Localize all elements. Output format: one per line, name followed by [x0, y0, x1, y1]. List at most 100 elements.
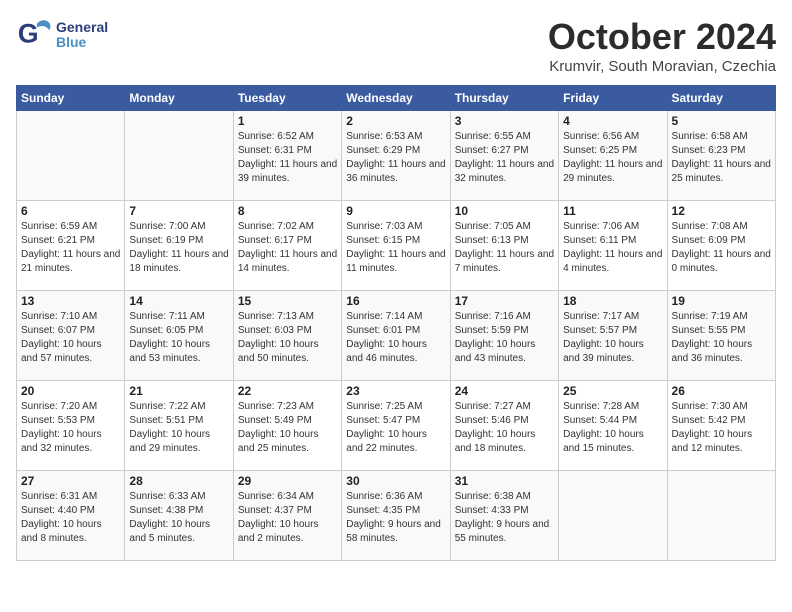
- calendar-cell: 9Sunrise: 7:03 AM Sunset: 6:15 PM Daylig…: [342, 201, 450, 291]
- day-info: Sunrise: 6:33 AM Sunset: 4:38 PM Dayligh…: [129, 490, 228, 546]
- day-number: 2: [346, 114, 445, 128]
- calendar-cell: [559, 471, 667, 561]
- location: Krumvir, South Moravian, Czechia: [548, 58, 776, 75]
- day-number: 20: [21, 384, 120, 398]
- day-number: 19: [672, 294, 771, 308]
- logo-general-text: General: [56, 20, 108, 35]
- calendar-cell: 5 Sunrise: 6:58 AM Sunset: 6:23 PM Daylig…: [667, 111, 775, 201]
- calendar-cell: 6 Sunrise: 6:59 AM Sunset: 6:21 PM Daylig…: [17, 201, 125, 291]
- day-info: Sunrise: 7:02 AM Sunset: 6:17 PM Dayligh…: [238, 220, 337, 276]
- day-info: Sunrise: 7:28 AM Sunset: 5:44 PM Dayligh…: [563, 400, 662, 456]
- day-number: 8: [238, 204, 337, 218]
- day-number: 13: [21, 294, 120, 308]
- day-info: Sunrise: 7:27 AM Sunset: 5:46 PM Dayligh…: [455, 400, 554, 456]
- logo-label: General Blue: [56, 20, 108, 51]
- column-header-wednesday: Wednesday: [342, 86, 450, 111]
- column-header-thursday: Thursday: [450, 86, 558, 111]
- day-number: 14: [129, 294, 228, 308]
- calendar-cell: 8 Sunrise: 7:02 AM Sunset: 6:17 PM Daylig…: [233, 201, 341, 291]
- day-number: 6: [21, 204, 120, 218]
- day-info: Sunrise: 6:56 AM Sunset: 6:25 PM Dayligh…: [563, 130, 662, 186]
- calendar-cell: 18 Sunrise: 7:17 AM Sunset: 5:57 PM Dayli…: [559, 291, 667, 381]
- day-number: 28: [129, 474, 228, 488]
- calendar-cell: 7 Sunrise: 7:00 AM Sunset: 6:19 PM Daylig…: [125, 201, 233, 291]
- day-number: 12: [672, 204, 771, 218]
- calendar-cell: 12 Sunrise: 7:08 AM Sunset: 6:09 PM Dayli…: [667, 201, 775, 291]
- day-number: 29: [238, 474, 337, 488]
- calendar-cell: 24Sunrise: 7:27 AM Sunset: 5:46 PM Dayli…: [450, 381, 558, 471]
- day-number: 17: [455, 294, 554, 308]
- calendar-week-row: 6 Sunrise: 6:59 AM Sunset: 6:21 PM Daylig…: [17, 201, 776, 291]
- day-info: Sunrise: 7:10 AM Sunset: 6:07 PM Dayligh…: [21, 310, 120, 366]
- day-number: 15: [238, 294, 337, 308]
- calendar-table: SundayMondayTuesdayWednesdayThursdayFrid…: [16, 85, 776, 561]
- title-block: October 2024 Krumvir, South Moravian, Cz…: [548, 16, 776, 75]
- calendar-header-row: SundayMondayTuesdayWednesdayThursdayFrid…: [17, 86, 776, 111]
- calendar-cell: 10 Sunrise: 7:05 AM Sunset: 6:13 PM Dayli…: [450, 201, 558, 291]
- day-info: Sunrise: 6:59 AM Sunset: 6:21 PM Dayligh…: [21, 220, 120, 276]
- calendar-cell: 17 Sunrise: 7:16 AM Sunset: 5:59 PM Dayli…: [450, 291, 558, 381]
- calendar-cell: [125, 111, 233, 201]
- column-header-sunday: Sunday: [17, 86, 125, 111]
- day-info: Sunrise: 7:16 AM Sunset: 5:59 PM Dayligh…: [455, 310, 554, 366]
- calendar-week-row: 13 Sunrise: 7:10 AM Sunset: 6:07 PM Dayli…: [17, 291, 776, 381]
- calendar-cell: [17, 111, 125, 201]
- page-header: G General Blue October 2024 Krumvir, Sou…: [16, 16, 776, 75]
- day-number: 22: [238, 384, 337, 398]
- calendar-cell: 16Sunrise: 7:14 AM Sunset: 6:01 PM Dayli…: [342, 291, 450, 381]
- day-number: 18: [563, 294, 662, 308]
- calendar-cell: 25 Sunrise: 7:28 AM Sunset: 5:44 PM Dayli…: [559, 381, 667, 471]
- day-info: Sunrise: 7:00 AM Sunset: 6:19 PM Dayligh…: [129, 220, 228, 276]
- day-number: 26: [672, 384, 771, 398]
- calendar-cell: 20 Sunrise: 7:20 AM Sunset: 5:53 PM Dayli…: [17, 381, 125, 471]
- day-info: Sunrise: 7:13 AM Sunset: 6:03 PM Dayligh…: [238, 310, 337, 366]
- day-info: Sunrise: 7:19 AM Sunset: 5:55 PM Dayligh…: [672, 310, 771, 366]
- calendar-cell: 4 Sunrise: 6:56 AM Sunset: 6:25 PM Daylig…: [559, 111, 667, 201]
- calendar-cell: 23Sunrise: 7:25 AM Sunset: 5:47 PM Dayli…: [342, 381, 450, 471]
- calendar-cell: [667, 471, 775, 561]
- column-header-friday: Friday: [559, 86, 667, 111]
- day-number: 25: [563, 384, 662, 398]
- calendar-cell: 27 Sunrise: 6:31 AM Sunset: 4:40 PM Dayli…: [17, 471, 125, 561]
- day-number: 3: [455, 114, 554, 128]
- day-info: Sunrise: 6:58 AM Sunset: 6:23 PM Dayligh…: [672, 130, 771, 186]
- day-number: 5: [672, 114, 771, 128]
- calendar-cell: 11Sunrise: 7:06 AM Sunset: 6:11 PM Dayli…: [559, 201, 667, 291]
- day-info: Sunrise: 7:11 AM Sunset: 6:05 PM Dayligh…: [129, 310, 228, 366]
- calendar-cell: 14 Sunrise: 7:11 AM Sunset: 6:05 PM Dayli…: [125, 291, 233, 381]
- day-info: Sunrise: 7:14 AM Sunset: 6:01 PM Dayligh…: [346, 310, 445, 366]
- day-info: Sunrise: 7:17 AM Sunset: 5:57 PM Dayligh…: [563, 310, 662, 366]
- column-header-saturday: Saturday: [667, 86, 775, 111]
- day-number: 4: [563, 114, 662, 128]
- day-info: Sunrise: 7:05 AM Sunset: 6:13 PM Dayligh…: [455, 220, 554, 276]
- day-info: Sunrise: 6:31 AM Sunset: 4:40 PM Dayligh…: [21, 490, 120, 546]
- calendar-week-row: 1 Sunrise: 6:52 AM Sunset: 6:31 PM Daylig…: [17, 111, 776, 201]
- calendar-cell: 13 Sunrise: 7:10 AM Sunset: 6:07 PM Dayli…: [17, 291, 125, 381]
- column-header-tuesday: Tuesday: [233, 86, 341, 111]
- calendar-cell: 26 Sunrise: 7:30 AM Sunset: 5:42 PM Dayli…: [667, 381, 775, 471]
- calendar-cell: 15 Sunrise: 7:13 AM Sunset: 6:03 PM Dayli…: [233, 291, 341, 381]
- day-info: Sunrise: 7:06 AM Sunset: 6:11 PM Dayligh…: [563, 220, 662, 276]
- day-info: Sunrise: 7:08 AM Sunset: 6:09 PM Dayligh…: [672, 220, 771, 276]
- day-info: Sunrise: 7:30 AM Sunset: 5:42 PM Dayligh…: [672, 400, 771, 456]
- month-title: October 2024: [548, 16, 776, 58]
- day-info: Sunrise: 7:20 AM Sunset: 5:53 PM Dayligh…: [21, 400, 120, 456]
- day-info: Sunrise: 6:55 AM Sunset: 6:27 PM Dayligh…: [455, 130, 554, 186]
- calendar-cell: 28 Sunrise: 6:33 AM Sunset: 4:38 PM Dayli…: [125, 471, 233, 561]
- day-number: 27: [21, 474, 120, 488]
- day-info: Sunrise: 6:53 AM Sunset: 6:29 PM Dayligh…: [346, 130, 445, 186]
- calendar-cell: 30Sunrise: 6:36 AM Sunset: 4:35 PM Dayli…: [342, 471, 450, 561]
- logo-icon: G: [16, 16, 54, 54]
- day-info: Sunrise: 6:34 AM Sunset: 4:37 PM Dayligh…: [238, 490, 337, 546]
- day-number: 1: [238, 114, 337, 128]
- calendar-week-row: 27 Sunrise: 6:31 AM Sunset: 4:40 PM Dayli…: [17, 471, 776, 561]
- day-number: 7: [129, 204, 228, 218]
- day-info: Sunrise: 6:52 AM Sunset: 6:31 PM Dayligh…: [238, 130, 337, 186]
- day-number: 10: [455, 204, 554, 218]
- calendar-cell: 1 Sunrise: 6:52 AM Sunset: 6:31 PM Daylig…: [233, 111, 341, 201]
- day-info: Sunrise: 7:22 AM Sunset: 5:51 PM Dayligh…: [129, 400, 228, 456]
- day-info: Sunrise: 7:23 AM Sunset: 5:49 PM Dayligh…: [238, 400, 337, 456]
- calendar-week-row: 20 Sunrise: 7:20 AM Sunset: 5:53 PM Dayli…: [17, 381, 776, 471]
- logo-blue-text: Blue: [56, 35, 108, 50]
- calendar-cell: 3 Sunrise: 6:55 AM Sunset: 6:27 PM Daylig…: [450, 111, 558, 201]
